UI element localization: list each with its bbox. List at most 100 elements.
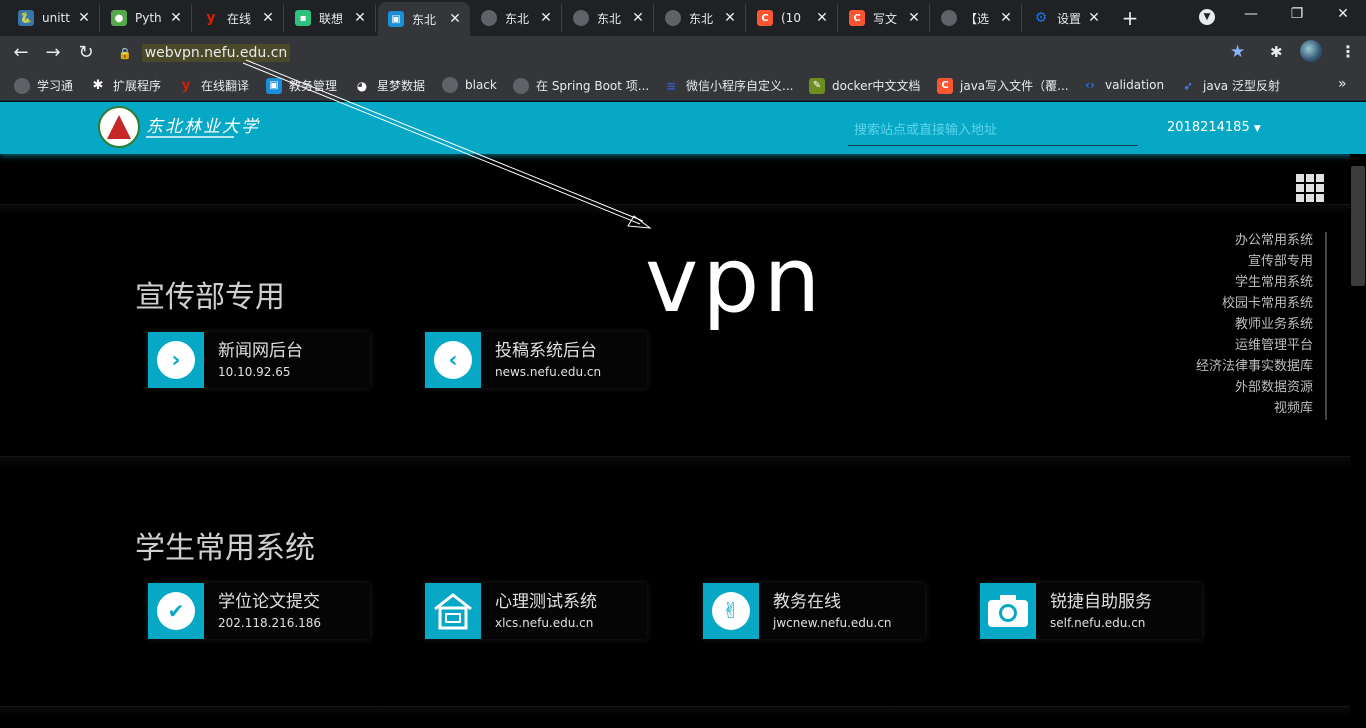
bookmarks-overflow-icon[interactable]: » bbox=[1338, 76, 1347, 92]
tab-close-icon[interactable]: ✕ bbox=[1087, 10, 1101, 26]
side-nav-item[interactable]: 宣传部专用 bbox=[1160, 251, 1313, 272]
tab-select[interactable]: 【选 ✕ bbox=[931, 4, 1022, 32]
side-nav-item[interactable]: 学生常用系统 bbox=[1160, 272, 1313, 293]
bookmark-item[interactable]: ✱ 扩展程序 bbox=[90, 77, 161, 94]
address-bar[interactable]: 🔒 webvpn.nefu.edu.cn bbox=[106, 40, 1256, 66]
tab-close-icon[interactable]: ✕ bbox=[539, 10, 553, 26]
side-nav: 办公常用系统 宣传部专用 学生常用系统 校园卡常用系统 教师业务系统 运维管理平… bbox=[1160, 230, 1313, 419]
side-nav-item[interactable]: 视频库 bbox=[1160, 398, 1313, 419]
minimize-button[interactable]: — bbox=[1236, 6, 1266, 22]
section-divider bbox=[0, 456, 1350, 468]
tab-close-icon[interactable]: ✕ bbox=[353, 10, 367, 26]
tab-close-icon[interactable]: ✕ bbox=[77, 10, 91, 26]
bookmark-label: 在 Spring Boot 项... bbox=[536, 79, 650, 93]
check-circle-icon: ✔ bbox=[148, 583, 204, 639]
app-card[interactable]: ✌ 教务在线 jwcnew.nefu.edu.cn bbox=[703, 583, 925, 639]
app-card[interactable]: ✔ 学位论文提交 202.118.216.186 bbox=[148, 583, 370, 639]
tab-close-icon[interactable]: ✕ bbox=[999, 10, 1013, 26]
app-title: 学位论文提交 bbox=[218, 592, 320, 612]
site-search-input[interactable] bbox=[848, 116, 1138, 146]
tab-label: 联想 bbox=[319, 11, 344, 26]
restore-button[interactable]: ❐ bbox=[1282, 6, 1312, 22]
app-card[interactable]: 锐捷自助服务 self.nefu.edu.cn bbox=[980, 583, 1202, 639]
tab-nefu-2[interactable]: 东北 ✕ bbox=[471, 4, 562, 32]
bookmark-item[interactable]: C java写入文件（覆... bbox=[937, 77, 1069, 94]
scrollbar-thumb[interactable] bbox=[1351, 166, 1365, 286]
bookmark-label: 教务管理 bbox=[289, 79, 338, 93]
app-url: jwcnew.nefu.edu.cn bbox=[773, 616, 892, 630]
tab-search-icon[interactable]: ▼ bbox=[1199, 9, 1215, 25]
tab-close-icon[interactable]: ✕ bbox=[907, 10, 921, 26]
new-tab-button[interactable]: + bbox=[1118, 6, 1142, 30]
globe-icon bbox=[513, 77, 529, 94]
bookmark-item[interactable]: ‹› validation bbox=[1082, 77, 1164, 93]
bookmarks-bar: 学习通 ✱ 扩展程序 y 在线翻译 ▣ 教务管理 ◕ 星梦数据 black 在 … bbox=[0, 70, 1366, 101]
bookmark-item[interactable]: ▣ 教务管理 bbox=[266, 77, 337, 94]
tab-close-icon[interactable]: ✕ bbox=[448, 11, 462, 27]
tab-close-icon[interactable]: ✕ bbox=[631, 10, 645, 26]
bookmark-item[interactable]: ➶ java 泛型反射 bbox=[1180, 77, 1280, 94]
docker-doc-icon: ✎ bbox=[809, 77, 825, 94]
bookmark-label: docker中文文档 bbox=[832, 79, 921, 93]
bookmark-star-icon[interactable]: ★ bbox=[1230, 42, 1245, 62]
csdn-icon: C bbox=[757, 10, 773, 26]
bookmark-item[interactable]: 在 Spring Boot 项... bbox=[513, 77, 649, 94]
annotation-text: vpn bbox=[645, 228, 825, 333]
user-menu[interactable]: 2018214185 ▼ bbox=[1167, 120, 1261, 135]
side-nav-item[interactable]: 教师业务系统 bbox=[1160, 314, 1313, 335]
forward-arrow-icon[interactable]: → bbox=[42, 42, 64, 64]
profile-avatar[interactable] bbox=[1300, 40, 1322, 62]
bookmark-item[interactable]: y 在线翻译 bbox=[178, 77, 249, 94]
tab-close-icon[interactable]: ✕ bbox=[723, 10, 737, 26]
lock-icon[interactable]: 🔒 bbox=[118, 47, 132, 60]
panda-icon: ◕ bbox=[356, 78, 368, 93]
bookmark-item[interactable]: ≋ 微信小程序自定义... bbox=[663, 77, 793, 94]
bookmark-label: 学习通 bbox=[37, 79, 74, 93]
university-logo-text[interactable]: 东北林业大学 bbox=[146, 112, 260, 137]
tab-nefu-3[interactable]: 东北 ✕ bbox=[563, 4, 654, 32]
username: 2018214185 bbox=[1167, 120, 1250, 135]
tab-python[interactable]: ● Pyth ✕ bbox=[101, 4, 192, 32]
browser-menu-icon[interactable]: ⋮ bbox=[1340, 42, 1356, 61]
bookmark-label: java写入文件（覆... bbox=[960, 79, 1069, 93]
window-close-button[interactable]: ✕ bbox=[1328, 6, 1358, 22]
globe-icon bbox=[941, 10, 957, 26]
peace-hand-icon: ✌ bbox=[703, 583, 759, 639]
puzzle-icon: ✱ bbox=[92, 78, 104, 93]
tab-nefu-4[interactable]: 东北 ✕ bbox=[655, 4, 746, 32]
back-arrow-icon[interactable]: ← bbox=[10, 42, 32, 64]
tab-close-icon[interactable]: ✕ bbox=[261, 10, 275, 26]
bookmark-item[interactable]: black bbox=[442, 77, 497, 93]
app-card[interactable]: › 新闻网后台 10.10.92.65 bbox=[148, 332, 370, 388]
tab-settings[interactable]: ⚙ 设置 ✕ bbox=[1023, 4, 1109, 32]
app-card[interactable]: 心理测试系统 xlcs.nefu.edu.cn bbox=[425, 583, 647, 639]
tab-close-icon[interactable]: ✕ bbox=[815, 10, 829, 26]
extensions-puzzle-icon[interactable]: ✱ bbox=[1270, 43, 1283, 61]
chevron-right-icon: › bbox=[148, 332, 204, 388]
tab-lenovo[interactable]: ▪ 联想 ✕ bbox=[285, 4, 376, 32]
apps-grid-icon[interactable] bbox=[1296, 174, 1324, 202]
tab-nefu-active[interactable]: ▣ 东北 ✕ bbox=[378, 2, 470, 36]
bookmark-item[interactable]: 学习通 bbox=[14, 77, 73, 94]
csdn-icon: C bbox=[849, 10, 865, 26]
app-url: self.nefu.edu.cn bbox=[1050, 616, 1146, 630]
tab-csdn-1[interactable]: C (10 ✕ bbox=[747, 4, 838, 32]
tab-csdn-2[interactable]: C 写文 ✕ bbox=[839, 4, 930, 32]
tab-close-icon[interactable]: ✕ bbox=[169, 10, 183, 26]
tab-label: 【选 bbox=[965, 11, 990, 26]
tab-unitt[interactable]: 🐍 unitt ✕ bbox=[8, 4, 100, 32]
app-card[interactable]: ‹ 投稿系统后台 news.nefu.edu.cn bbox=[425, 332, 647, 388]
bookmark-item[interactable]: ✎ docker中文文档 bbox=[809, 77, 920, 94]
side-nav-item[interactable]: 外部数据资源 bbox=[1160, 377, 1313, 398]
side-nav-item[interactable]: 办公常用系统 bbox=[1160, 230, 1313, 251]
reload-icon[interactable]: ↻ bbox=[75, 42, 97, 64]
nefu-icon: ▣ bbox=[266, 77, 282, 94]
university-seal-icon[interactable] bbox=[98, 106, 140, 148]
side-nav-item[interactable]: 校园卡常用系统 bbox=[1160, 293, 1313, 314]
url-text[interactable]: webvpn.nefu.edu.cn bbox=[141, 44, 291, 62]
tab-label: 东北 bbox=[597, 11, 622, 26]
side-nav-item[interactable]: 运维管理平台 bbox=[1160, 335, 1313, 356]
bookmark-item[interactable]: ◕ 星梦数据 bbox=[354, 77, 425, 94]
side-nav-item[interactable]: 经济法律事实数据库 bbox=[1160, 356, 1313, 377]
tab-translate[interactable]: y 在线 ✕ bbox=[193, 4, 284, 32]
